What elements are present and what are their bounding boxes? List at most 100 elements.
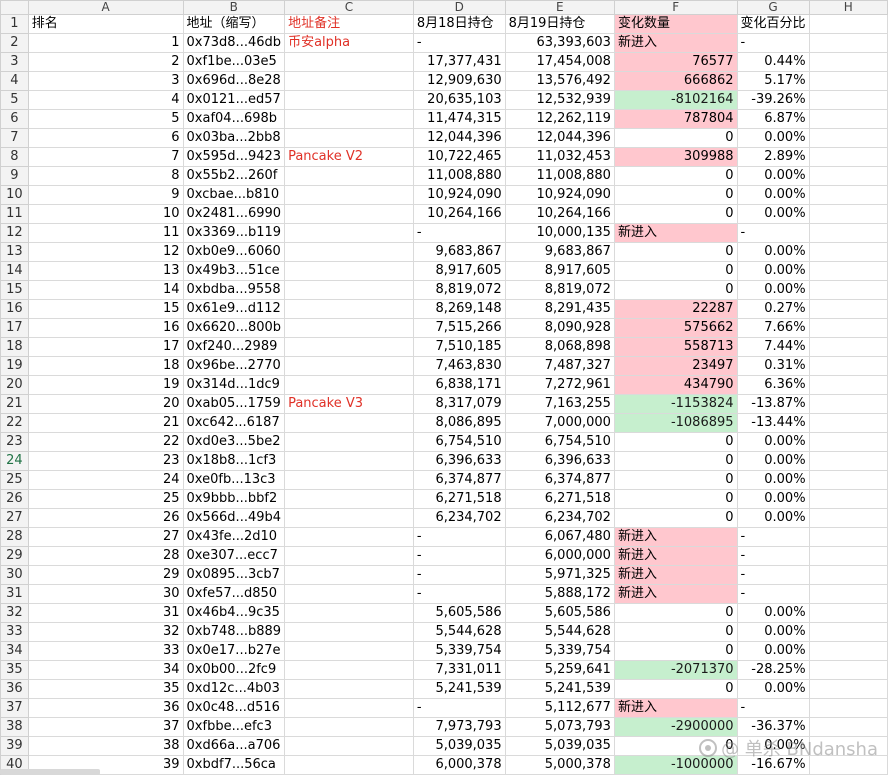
change-amount-cell[interactable]: 0: [613, 185, 738, 205]
change-percent-cell[interactable]: -: [736, 223, 810, 243]
aug19-holding-cell[interactable]: 5,605,586: [504, 603, 615, 623]
header-pct[interactable]: 变化百分比: [736, 14, 810, 34]
change-amount-cell[interactable]: 0: [613, 204, 738, 224]
row-header[interactable]: 32: [0, 603, 29, 623]
note-cell[interactable]: [284, 432, 414, 452]
rank-cell[interactable]: 26: [27, 508, 184, 528]
address-cell[interactable]: 0x696d...8e28: [182, 71, 286, 91]
aug18-holding-cell[interactable]: 10,924,090: [412, 185, 506, 205]
empty-cell[interactable]: [808, 280, 888, 300]
change-amount-cell[interactable]: -1086895: [613, 413, 738, 433]
aug18-holding-cell[interactable]: 7,510,185: [412, 337, 506, 357]
empty-cell[interactable]: [808, 489, 888, 509]
header-aug19[interactable]: 8月19日持仓: [504, 14, 615, 34]
note-cell[interactable]: [284, 90, 414, 110]
empty-cell[interactable]: [808, 14, 888, 34]
empty-cell[interactable]: [808, 356, 888, 376]
empty-cell[interactable]: [808, 622, 888, 642]
address-cell[interactable]: 0x18b8...1cf3: [182, 451, 286, 471]
aug19-holding-cell[interactable]: 10,000,135: [504, 223, 615, 243]
aug19-holding-cell[interactable]: 7,487,327: [504, 356, 615, 376]
aug18-holding-cell[interactable]: -: [412, 33, 506, 53]
empty-cell[interactable]: [808, 584, 888, 604]
change-percent-cell[interactable]: 2.89%: [736, 147, 810, 167]
change-percent-cell[interactable]: -36.37%: [736, 717, 810, 737]
note-cell[interactable]: [284, 736, 414, 756]
change-percent-cell[interactable]: 0.00%: [736, 128, 810, 148]
empty-cell[interactable]: [808, 71, 888, 91]
note-cell[interactable]: [284, 679, 414, 699]
empty-cell[interactable]: [808, 261, 888, 281]
row-header[interactable]: 19: [0, 356, 29, 376]
change-percent-cell[interactable]: -39.26%: [736, 90, 810, 110]
aug19-holding-cell[interactable]: 12,262,119: [504, 109, 615, 129]
aug18-holding-cell[interactable]: -: [412, 546, 506, 566]
address-cell[interactable]: 0xd12c...4b03: [182, 679, 286, 699]
aug19-holding-cell[interactable]: 11,008,880: [504, 166, 615, 186]
row-header[interactable]: 15: [0, 280, 29, 300]
note-cell[interactable]: [284, 166, 414, 186]
change-amount-cell[interactable]: 0: [613, 242, 738, 262]
note-cell[interactable]: [284, 565, 414, 585]
aug18-holding-cell[interactable]: 6,234,702: [412, 508, 506, 528]
change-amount-cell[interactable]: -8102164: [613, 90, 738, 110]
empty-cell[interactable]: [808, 527, 888, 547]
address-cell[interactable]: 0x0b00...2fc9: [182, 660, 286, 680]
note-cell[interactable]: Pancake V2: [284, 147, 414, 167]
change-amount-cell[interactable]: 新进入: [613, 527, 738, 547]
rank-cell[interactable]: 32: [27, 622, 184, 642]
note-cell[interactable]: [284, 261, 414, 281]
change-percent-cell[interactable]: 0.00%: [736, 603, 810, 623]
address-cell[interactable]: 0x2481...6990: [182, 204, 286, 224]
change-amount-cell[interactable]: 新进入: [613, 698, 738, 718]
change-amount-cell[interactable]: 309988: [613, 147, 738, 167]
aug18-holding-cell[interactable]: 5,339,754: [412, 641, 506, 661]
empty-cell[interactable]: [808, 736, 888, 756]
aug19-holding-cell[interactable]: 5,039,035: [504, 736, 615, 756]
row-header[interactable]: 25: [0, 470, 29, 490]
row-header[interactable]: 1: [0, 14, 29, 34]
empty-cell[interactable]: [808, 242, 888, 262]
change-percent-cell[interactable]: -: [736, 565, 810, 585]
address-cell[interactable]: 0xe307...ecc7: [182, 546, 286, 566]
empty-cell[interactable]: [808, 299, 888, 319]
row-header[interactable]: 36: [0, 679, 29, 699]
empty-cell[interactable]: [808, 185, 888, 205]
aug18-holding-cell[interactable]: 10,722,465: [412, 147, 506, 167]
rank-cell[interactable]: 27: [27, 527, 184, 547]
note-cell[interactable]: [284, 527, 414, 547]
change-amount-cell[interactable]: -1153824: [613, 394, 738, 414]
aug18-holding-cell[interactable]: 8,317,079: [412, 394, 506, 414]
change-percent-cell[interactable]: 0.44%: [736, 52, 810, 72]
aug19-holding-cell[interactable]: 8,090,928: [504, 318, 615, 338]
note-cell[interactable]: [284, 128, 414, 148]
empty-cell[interactable]: [808, 660, 888, 680]
change-amount-cell[interactable]: 434790: [613, 375, 738, 395]
note-cell[interactable]: [284, 470, 414, 490]
change-amount-cell[interactable]: 0: [613, 280, 738, 300]
address-cell[interactable]: 0xd66a...a706: [182, 736, 286, 756]
note-cell[interactable]: [284, 52, 414, 72]
rank-cell[interactable]: 35: [27, 679, 184, 699]
row-header[interactable]: 21: [0, 394, 29, 414]
rank-cell[interactable]: 7: [27, 147, 184, 167]
row-header[interactable]: 23: [0, 432, 29, 452]
change-amount-cell[interactable]: 558713: [613, 337, 738, 357]
note-cell[interactable]: [284, 717, 414, 737]
row-header[interactable]: 4: [0, 71, 29, 91]
address-cell[interactable]: 0xbdba...9558: [182, 280, 286, 300]
address-cell[interactable]: 0x73d8...46db: [182, 33, 286, 53]
aug18-holding-cell[interactable]: -: [412, 698, 506, 718]
header-note[interactable]: 地址备注: [284, 14, 414, 34]
aug19-holding-cell[interactable]: 5,971,325: [504, 565, 615, 585]
header-rank[interactable]: 排名: [27, 14, 184, 34]
aug18-holding-cell[interactable]: -: [412, 584, 506, 604]
change-amount-cell[interactable]: 0: [613, 641, 738, 661]
empty-cell[interactable]: [808, 603, 888, 623]
change-amount-cell[interactable]: 0: [613, 166, 738, 186]
note-cell[interactable]: [284, 280, 414, 300]
row-header[interactable]: 31: [0, 584, 29, 604]
aug19-holding-cell[interactable]: 8,819,072: [504, 280, 615, 300]
change-amount-cell[interactable]: 0: [613, 128, 738, 148]
rank-cell[interactable]: 21: [27, 413, 184, 433]
